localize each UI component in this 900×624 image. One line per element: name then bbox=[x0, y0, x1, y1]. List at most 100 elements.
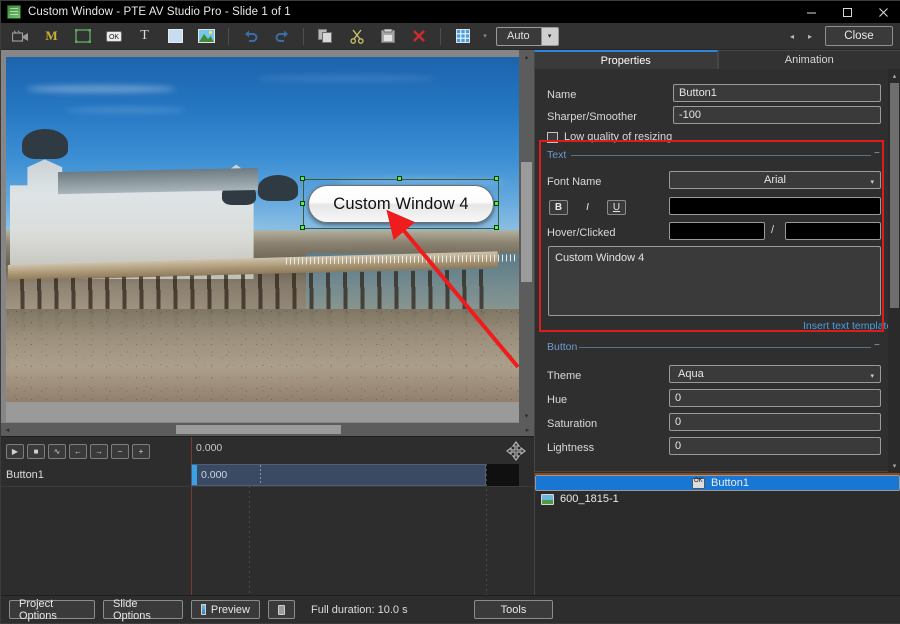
timeline-track-name[interactable]: Button1 bbox=[1, 464, 191, 486]
resize-handle-n[interactable] bbox=[397, 176, 402, 181]
text-group-rule bbox=[571, 155, 871, 156]
grid-caret-icon[interactable]: ▾ bbox=[478, 26, 492, 46]
timeline-playhead[interactable] bbox=[191, 437, 192, 598]
text-group-label: Text bbox=[547, 149, 567, 161]
delete-icon[interactable] bbox=[404, 25, 433, 48]
italic-button[interactable]: I bbox=[578, 200, 597, 215]
play-button[interactable]: ▶ bbox=[6, 443, 24, 459]
copy-icon[interactable] bbox=[311, 25, 340, 48]
bold-button[interactable]: B bbox=[549, 199, 568, 215]
font-name-select[interactable]: Arial ▾ bbox=[669, 171, 881, 189]
timeline-track-row[interactable]: 0.000 bbox=[191, 464, 486, 486]
pan-tool-icon[interactable] bbox=[506, 441, 526, 461]
zoom-value: Auto bbox=[507, 29, 530, 42]
zoom-in-button[interactable]: + bbox=[132, 443, 150, 459]
button-object-icon[interactable]: OK bbox=[99, 25, 128, 48]
text-object-icon[interactable]: T bbox=[130, 25, 159, 48]
canvas-horizontal-scrollbar[interactable]: ◂ ▸ bbox=[1, 423, 534, 436]
zoom-caret-icon[interactable]: ▾ bbox=[540, 27, 558, 45]
stop-button[interactable]: ■ bbox=[27, 443, 45, 459]
canvas-viewport[interactable]: Custom Window 4 bbox=[6, 57, 519, 422]
slide-canvas[interactable]: Custom Window 4 ▴ ▾ ◂ ▸ bbox=[1, 50, 534, 436]
minimize-button[interactable] bbox=[793, 1, 829, 23]
preview-button[interactable]: Preview bbox=[191, 600, 260, 619]
paste-icon[interactable] bbox=[373, 25, 402, 48]
button-group-collapse[interactable]: − bbox=[874, 340, 880, 351]
scroll-up-arrow-icon[interactable]: ▴ bbox=[519, 50, 534, 64]
resize-handle-e[interactable] bbox=[494, 201, 499, 206]
low-quality-checkbox-row[interactable]: Low quality of resizing bbox=[547, 128, 672, 146]
button-group-label: Button bbox=[547, 341, 578, 353]
text-group-collapse[interactable]: − bbox=[874, 148, 880, 159]
timeline-ruler[interactable]: 0.000 bbox=[191, 437, 534, 463]
project-options-button[interactable]: Project Options bbox=[9, 598, 95, 622]
sharper-smoother-input[interactable]: -100 bbox=[673, 106, 881, 124]
resize-handle-sw[interactable] bbox=[300, 225, 305, 230]
text-color-swatch[interactable] bbox=[669, 197, 881, 215]
saturation-input[interactable]: 0 bbox=[669, 413, 881, 431]
custom-window-object[interactable]: Custom Window 4 bbox=[300, 176, 499, 230]
name-input[interactable]: Button1 bbox=[673, 84, 881, 102]
canvas-vertical-scrollbar[interactable]: ▴ ▾ bbox=[519, 50, 534, 436]
previous-keyframe-button[interactable]: ← bbox=[69, 443, 87, 459]
tools-button[interactable]: Tools bbox=[474, 600, 553, 619]
scroll-left-arrow-icon[interactable]: ◂ bbox=[1, 423, 14, 436]
text-content-textarea[interactable]: Custom Window 4 bbox=[548, 246, 881, 316]
redo-icon[interactable] bbox=[267, 25, 296, 48]
canvas-h-scroll-thumb[interactable] bbox=[176, 425, 341, 434]
theme-caret-icon[interactable]: ▾ bbox=[870, 372, 874, 380]
close-editor-button[interactable]: Close bbox=[825, 26, 893, 46]
zoom-select[interactable]: Auto ▾ bbox=[496, 26, 559, 46]
tab-animation[interactable]: Animation bbox=[717, 50, 900, 69]
low-quality-checkbox[interactable] bbox=[547, 131, 558, 143]
previous-slide-button[interactable]: ◂ bbox=[783, 27, 801, 45]
hover-color-swatch[interactable] bbox=[669, 222, 765, 240]
resize-handle-w[interactable] bbox=[300, 201, 305, 206]
undo-icon[interactable] bbox=[236, 25, 265, 48]
video-clip-icon[interactable] bbox=[6, 25, 35, 48]
next-keyframe-button[interactable]: → bbox=[90, 443, 108, 459]
underline-button[interactable]: U bbox=[607, 199, 626, 215]
image-object-icon[interactable] bbox=[192, 25, 221, 48]
next-slide-button[interactable]: ▸ bbox=[801, 27, 819, 45]
cut-icon[interactable] bbox=[342, 25, 371, 48]
theme-select[interactable]: Aqua ▾ bbox=[669, 365, 881, 383]
resize-handle-s[interactable] bbox=[397, 225, 402, 230]
clicked-color-swatch[interactable] bbox=[785, 222, 881, 240]
insert-text-template-link[interactable]: Insert text template bbox=[803, 320, 892, 332]
fullscreen-preview-button[interactable] bbox=[268, 600, 295, 619]
timeline-toolbar: ▶ ■ ∿ ← → − + bbox=[1, 440, 153, 462]
toolbar-separator-2 bbox=[303, 27, 304, 45]
properties-scroll-thumb[interactable] bbox=[890, 83, 899, 308]
list-item[interactable]: 600_1815-1 bbox=[535, 491, 900, 507]
objects-list[interactable]: Button1 600_1815-1 bbox=[534, 473, 900, 597]
frame-icon[interactable] bbox=[68, 25, 97, 48]
resize-handle-se[interactable] bbox=[494, 225, 499, 230]
text-style-buttons: B I U bbox=[549, 198, 626, 216]
scroll-down-arrow-icon[interactable]: ▾ bbox=[519, 409, 534, 423]
zoom-out-button[interactable]: − bbox=[111, 443, 129, 459]
tab-properties[interactable]: Properties bbox=[534, 50, 718, 69]
properties-scrollbar[interactable]: ▴ ▾ bbox=[888, 69, 900, 472]
canvas-v-scroll-thumb[interactable] bbox=[521, 162, 532, 282]
slide-options-button[interactable]: Slide Options bbox=[103, 598, 183, 622]
properties-scroll-down-icon[interactable]: ▾ bbox=[888, 459, 900, 472]
waveform-button[interactable]: ∿ bbox=[48, 443, 66, 459]
resize-handle-nw[interactable] bbox=[300, 176, 305, 181]
pte-av-studio-window: Custom Window - PTE AV Studio Pro - Slid… bbox=[0, 0, 900, 624]
resize-handle-ne[interactable] bbox=[494, 176, 499, 181]
grid-icon[interactable] bbox=[448, 25, 477, 48]
maximize-button[interactable] bbox=[829, 1, 865, 23]
close-button[interactable] bbox=[865, 1, 900, 23]
keyframe-marker[interactable] bbox=[192, 465, 197, 485]
mask-icon[interactable]: M bbox=[37, 25, 66, 48]
bottom-bar: Project Options Slide Options Preview Fu… bbox=[1, 595, 900, 623]
button-icon bbox=[692, 477, 706, 489]
lightness-input[interactable]: 0 bbox=[669, 437, 881, 455]
list-item[interactable]: Button1 bbox=[535, 475, 900, 491]
rectangle-object-icon[interactable] bbox=[161, 25, 190, 48]
properties-scroll-up-icon[interactable]: ▴ bbox=[888, 69, 900, 82]
scroll-right-arrow-icon[interactable]: ▸ bbox=[521, 423, 534, 436]
hue-input[interactable]: 0 bbox=[669, 389, 881, 407]
font-name-caret-icon[interactable]: ▾ bbox=[870, 178, 874, 186]
